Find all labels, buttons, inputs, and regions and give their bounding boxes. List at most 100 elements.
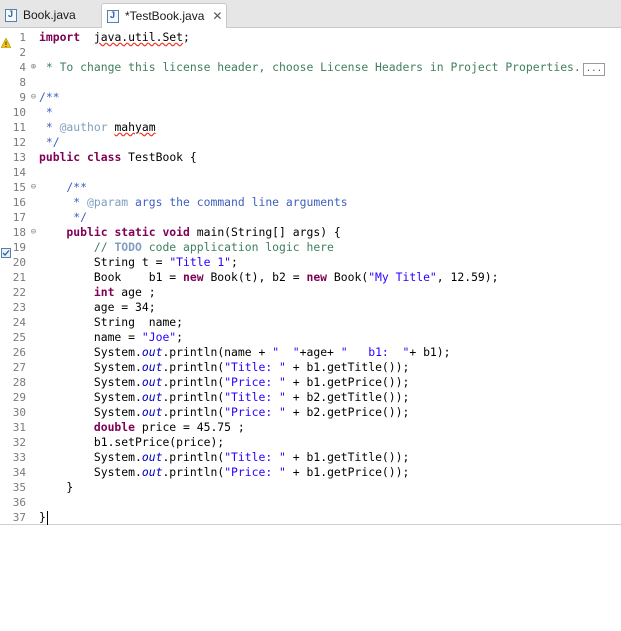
code-line[interactable]: 16 * @param args the command line argume… [0, 195, 621, 210]
code-line[interactable]: 1 import java.util.Set; [0, 30, 621, 49]
code-token: System. [39, 375, 142, 389]
line-number: 22 [12, 286, 26, 299]
code-line[interactable]: 13 public class TestBook { [0, 150, 621, 165]
code-line[interactable]: 29 System.out.println("Title: " + b2.get… [0, 390, 621, 405]
code-line[interactable]: 21 Book b1 = new Book(t), b2 = new Book(… [0, 270, 621, 285]
code-token: "Title: " [224, 390, 286, 404]
code-line[interactable]: 12 */ [0, 135, 621, 150]
code-line[interactable]: 34 System.out.println("Price: " + b1.get… [0, 465, 621, 480]
line-number: 16 [12, 196, 26, 209]
tab-label: *TestBook.java [125, 9, 205, 23]
collapse-fold-icon[interactable]: ⊖ [29, 225, 38, 240]
code-token: ; [231, 255, 238, 269]
code-token: + b2.getPrice()); [285, 405, 410, 419]
code-token: + b2.getTitle()); [285, 390, 410, 404]
line-number: 2 [19, 46, 26, 59]
code-token: main(String[] args) { [189, 225, 341, 239]
code-text: * [39, 105, 53, 120]
code-text: b1.setPrice(price); [39, 435, 224, 450]
code-line[interactable]: 15 ⊖ /** [0, 180, 621, 195]
code-text: System.out.println("Price: " + b1.getPri… [39, 465, 410, 480]
code-text: * @param args the command line arguments [39, 195, 347, 210]
code-editor[interactable]: 1 import java.util.Set; 2 4 ⊕ * To change th… [0, 28, 621, 525]
collapse-fold-icon[interactable]: ⊖ [29, 180, 38, 195]
code-line[interactable]: 14 [0, 165, 621, 180]
editor-tab-bar: J Book.java J *TestBook.java ✕ [0, 0, 621, 28]
code-text: public static void main(String[] args) { [39, 225, 341, 240]
line-number: 15 [12, 181, 26, 194]
code-line[interactable]: 35 } [0, 480, 621, 495]
code-token: java.util.Set [93, 30, 184, 44]
code-text: } [39, 510, 48, 525]
code-line[interactable]: 2 [0, 45, 621, 60]
code-line[interactable]: 19 // TODO code application logic here [0, 240, 621, 258]
code-line[interactable]: 11 * @author mahyam [0, 120, 621, 135]
code-line[interactable]: 31 double price = 45.75 ; [0, 420, 621, 435]
code-line[interactable]: 9 ⊖/** [0, 90, 621, 105]
code-token: ; [183, 30, 190, 44]
code-token: out [141, 345, 163, 359]
code-token: price = 45.75 ; [135, 420, 245, 434]
code-line[interactable]: 18 ⊖ public static void main(String[] arg… [0, 225, 621, 240]
code-token: public [39, 225, 108, 239]
code-line[interactable]: 27 System.out.println("Title: " + b1.get… [0, 360, 621, 375]
collapse-fold-icon[interactable]: ⊖ [29, 90, 38, 105]
line-number: 17 [12, 211, 26, 224]
code-line[interactable]: 20 String t = "Title 1"; [0, 255, 621, 270]
code-text: String name; [39, 315, 183, 330]
code-line[interactable]: 24 String name; [0, 315, 621, 330]
code-text: System.out.println("Title: " + b2.getTit… [39, 390, 410, 405]
line-number: 10 [12, 106, 26, 119]
code-token: age ; [114, 285, 156, 299]
code-text: */ [39, 210, 87, 225]
code-line[interactable]: 17 */ [0, 210, 621, 225]
code-line[interactable]: 25 name = "Joe"; [0, 330, 621, 345]
code-line[interactable]: 33 System.out.println("Title: " + b1.get… [0, 450, 621, 465]
code-line[interactable]: 36 [0, 495, 621, 510]
line-number: 18 [12, 226, 26, 239]
code-line[interactable]: 4 ⊕ * To change this license header, choo… [0, 60, 621, 76]
code-text: * @author mahyam [39, 120, 156, 135]
code-token: "Price: " [224, 405, 286, 419]
code-token: // [39, 240, 115, 254]
code-token: import [39, 30, 81, 44]
line-number: 34 [12, 466, 26, 479]
code-token: "Joe" [141, 330, 177, 344]
line-number: 37 [12, 511, 26, 524]
code-token: TODO [114, 240, 142, 254]
expand-fold-icon[interactable]: ⊕ [29, 60, 38, 75]
tab-book-java[interactable]: J Book.java [0, 3, 100, 27]
code-token: age = 34; [39, 300, 156, 314]
code-token: int [39, 285, 115, 299]
line-number: 13 [12, 151, 26, 164]
code-line[interactable]: 10 * [0, 105, 621, 120]
line-number: 31 [12, 421, 26, 434]
line-number: 1 [19, 31, 26, 44]
code-token: "My Title" [368, 270, 437, 284]
close-icon[interactable]: ✕ [212, 9, 222, 23]
code-line[interactable]: 32 b1.setPrice(price); [0, 435, 621, 450]
code-token: mahyam [114, 120, 156, 134]
code-line[interactable]: 28 System.out.println("Price: " + b1.get… [0, 375, 621, 390]
code-token: /** [39, 90, 60, 104]
code-token: "Title: " [224, 360, 286, 374]
code-token: Book( [327, 270, 369, 284]
code-text: public class TestBook { [39, 150, 197, 165]
code-token: String name; [39, 315, 184, 329]
code-token: " " [272, 345, 300, 359]
code-line[interactable]: 23 age = 34; [0, 300, 621, 315]
code-token: out [141, 360, 163, 374]
line-number: 12 [12, 136, 26, 149]
line-number: 23 [12, 301, 26, 314]
code-line[interactable]: 37} [0, 510, 621, 525]
code-token: * To change this license header, choose … [39, 60, 581, 74]
code-line[interactable]: 8 [0, 75, 621, 90]
code-token: static [114, 225, 156, 239]
line-number: 27 [12, 361, 26, 374]
code-text: import java.util.Set; [39, 30, 190, 45]
code-line[interactable]: 22 int age ; [0, 285, 621, 300]
code-token: new [306, 270, 328, 284]
code-line[interactable]: 30 System.out.println("Price: " + b2.get… [0, 405, 621, 420]
code-line[interactable]: 26 System.out.println(name + " "+age+ " … [0, 345, 621, 360]
tab-testbook-java[interactable]: J *TestBook.java ✕ [101, 3, 227, 28]
